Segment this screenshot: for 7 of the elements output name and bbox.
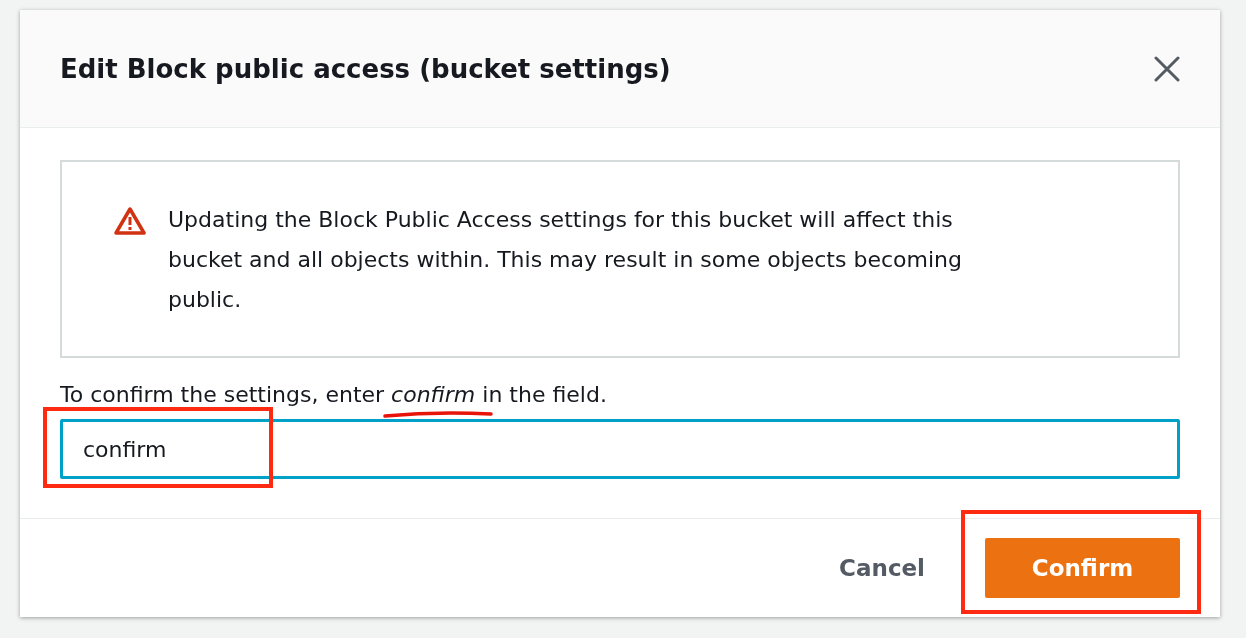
confirm-instruction: To confirm the settings, enter confirm in the field.: [60, 382, 608, 407]
dialog-title: Edit Block public access (bucket settings): [60, 53, 671, 84]
close-icon[interactable]: [1154, 55, 1180, 82]
confirm-field[interactable]: confirm: [60, 419, 1180, 479]
cancel-button[interactable]: Cancel: [839, 551, 925, 585]
alert-text: Updating the Block Public Access settings for this bucket will affect this bucket and all objects within. This may result in some objects becoming public.: [168, 206, 963, 314]
warning-icon: [114, 206, 146, 236]
